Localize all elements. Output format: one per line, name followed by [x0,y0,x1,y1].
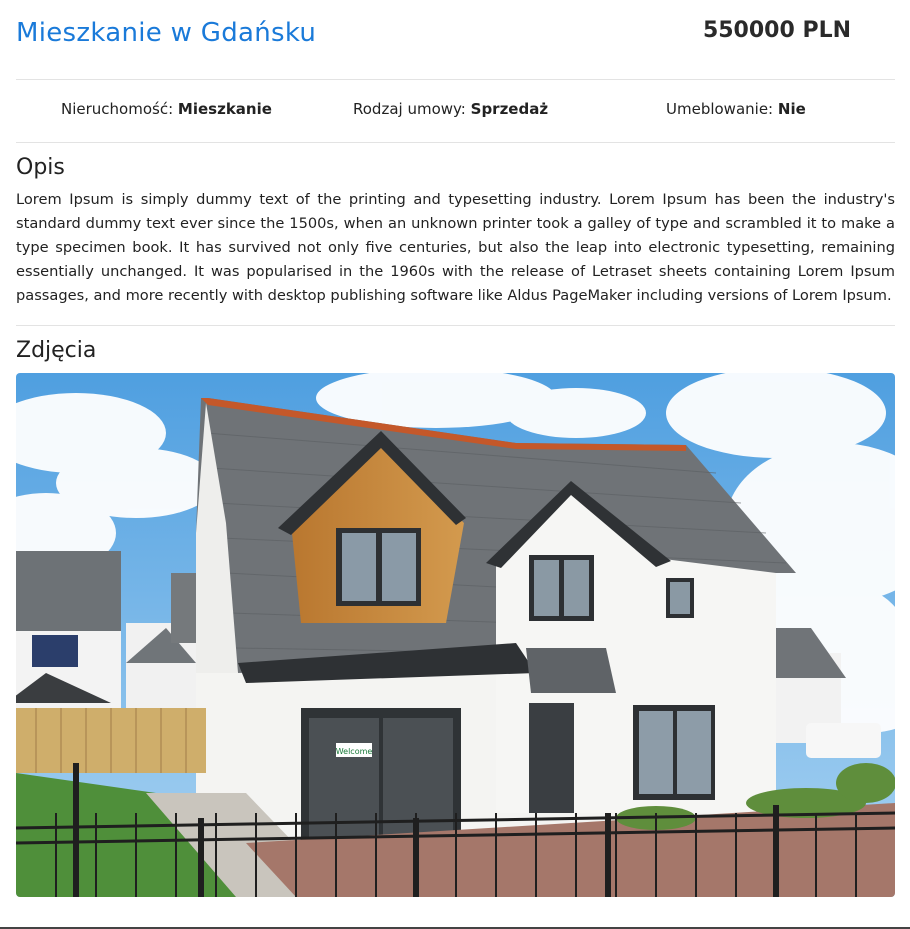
listing-header: Mieszkanie w Gdańsku 550000 PLN [16,0,895,80]
photos-heading: Zdjęcia [16,338,97,363]
contract-type-value: Sprzedaż [470,100,549,118]
photos-section: Zdjęcia Welcome [16,326,895,897]
contract-type: Rodzaj umowy: Sprzedaż [353,100,548,118]
furnishing: Umeblowanie: Nie [666,100,806,118]
description-section: Opis Lorem Ipsum is simply dummy text of… [16,143,895,326]
property-details: Nieruchomość: Mieszkanie Rodzaj umowy: S… [16,80,895,143]
furnishing-label: Umeblowanie: [666,100,774,118]
property-type: Nieruchomość: Mieszkanie [61,100,272,118]
welcome-sign: Welcome [336,747,373,756]
property-type-value: Mieszkanie [177,100,272,118]
description-heading: Opis [16,155,65,180]
description-text: Lorem Ipsum is simply dummy text of the … [16,191,895,304]
listing-price: 550000 PLN [702,18,851,43]
listing-page: Mieszkanie w Gdańsku 550000 PLN Nierucho… [16,0,895,929]
furnishing-value: Nie [777,100,806,118]
listing-title: Mieszkanie w Gdańsku [16,18,317,48]
property-type-label: Nieruchomość: [61,100,174,118]
contract-type-label: Rodzaj umowy: [353,100,466,118]
house-photo[interactable]: Welcome [16,373,895,897]
